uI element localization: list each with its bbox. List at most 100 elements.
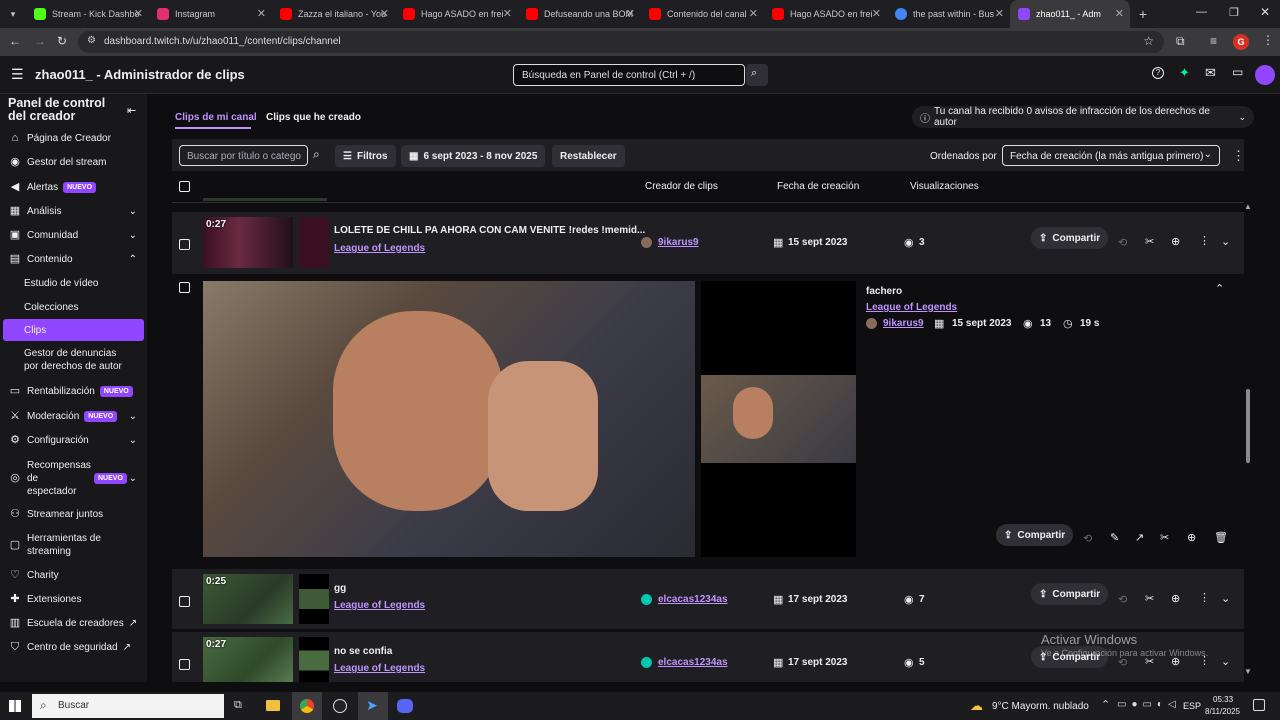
table-row[interactable]: 0:25 gg League of Legends elcacas1234as … xyxy=(172,569,1244,629)
bookmark-star-icon[interactable]: ☆ xyxy=(1143,34,1154,48)
col-header-views[interactable]: Visualizaciones xyxy=(910,181,979,192)
scissors-icon[interactable]: ✂ xyxy=(1160,531,1169,544)
add-icon[interactable]: ⊕ xyxy=(1171,235,1180,248)
task-view-icon[interactable]: ⧉ xyxy=(234,699,242,712)
filters-button[interactable]: ☰ Filtros xyxy=(335,145,396,167)
profile-avatar[interactable]: G xyxy=(1233,34,1249,50)
share-button[interactable]: ⇪ Compartir xyxy=(996,524,1074,546)
language-indicator[interactable]: ESP xyxy=(1183,701,1201,711)
sidebar-toggle-icon[interactable]: ☰ xyxy=(11,66,24,83)
close-icon[interactable]: ✕ xyxy=(626,7,635,20)
clip-game-link[interactable]: League of Legends xyxy=(334,600,425,611)
sidebar-item-stream-together[interactable]: ⚇ Streamear juntos xyxy=(0,503,147,525)
expanded-clip-game-link[interactable]: League of Legends xyxy=(866,302,957,313)
date-range-button[interactable]: ▦ 6 sept 2023 - 8 nov 2025 xyxy=(401,145,546,167)
main-scrollbar[interactable] xyxy=(1246,389,1250,463)
tray-icons[interactable]: ▭●▭◐◁ xyxy=(1117,699,1181,710)
new-tab-button[interactable]: + xyxy=(1130,6,1156,22)
copyright-notice-button[interactable]: ⓘ Tu canal ha recibido 0 avisos de infra… xyxy=(912,106,1254,128)
reading-list-icon[interactable]: ≡ xyxy=(1210,34,1217,48)
search-button[interactable]: ⌕ xyxy=(746,64,768,86)
select-all-checkbox[interactable] xyxy=(179,181,190,192)
clip-creator-link[interactable]: elcacas1234as xyxy=(658,594,728,605)
clip-search-button[interactable]: ⌕ xyxy=(309,145,329,166)
sidebar-item-stream-manager[interactable]: ◉ Gestor del stream xyxy=(0,151,147,173)
app-icon[interactable]: ➤ xyxy=(358,692,388,720)
window-close-button[interactable]: ✕ xyxy=(1260,5,1270,19)
close-icon[interactable]: ✕ xyxy=(380,7,389,20)
sidebar-item-clips[interactable]: Clips xyxy=(3,319,144,341)
browser-menu-icon[interactable]: ⋮ xyxy=(1262,33,1274,47)
clip-search-input[interactable]: Buscar por título o catego xyxy=(179,145,308,166)
clip-title[interactable]: gg xyxy=(334,583,346,594)
more-options-icon[interactable]: ⋮ xyxy=(1232,148,1245,164)
clip-creator-link[interactable]: 9ikarus9 xyxy=(658,237,699,248)
close-icon[interactable]: ✕ xyxy=(749,7,758,20)
more-options-icon[interactable]: ⋮ xyxy=(1199,591,1210,604)
table-row[interactable]: 0:27 LOLETE DE CHILL PA AHORA CON CAM VE… xyxy=(172,212,1244,274)
mail-icon[interactable]: ✉ xyxy=(1205,65,1216,81)
clip-title[interactable]: LOLETE DE CHILL PA AHORA CON CAM VENITE … xyxy=(334,225,645,236)
add-icon[interactable]: ⊕ xyxy=(1171,592,1180,605)
sparkle-icon[interactable]: ✦ xyxy=(1179,65,1190,81)
sidebar-item-extensions[interactable]: ✚ Extensiones xyxy=(0,588,147,610)
row-checkbox[interactable] xyxy=(179,596,190,607)
discord-icon[interactable] xyxy=(397,699,413,713)
obs-icon[interactable] xyxy=(333,699,347,713)
reset-button[interactable]: Restablecer xyxy=(552,145,625,167)
file-explorer-icon[interactable] xyxy=(266,700,280,711)
browser-tab[interactable]: the past within - Bus ✕ xyxy=(887,0,1010,28)
site-info-icon[interactable]: ⚙ xyxy=(87,35,96,46)
tray-chevron-icon[interactable]: ⌃ xyxy=(1101,698,1110,711)
windows-start-icon[interactable] xyxy=(9,700,21,712)
window-restore-button[interactable]: ❐ xyxy=(1229,6,1239,19)
tab-my-channel-clips[interactable]: Clips de mi canal xyxy=(175,112,257,123)
clip-thumbnail[interactable]: 0:27 xyxy=(203,217,293,268)
notification-icon[interactable] xyxy=(1253,699,1265,711)
help-icon[interactable]: ? xyxy=(1152,67,1164,79)
scroll-up-icon[interactable]: ▲ xyxy=(1244,202,1252,211)
row-checkbox[interactable] xyxy=(179,659,190,670)
close-icon[interactable]: ✕ xyxy=(995,7,1004,20)
sidebar-item-viewer-rewards[interactable]: ◎ Recompensas de espectador NUEVO ⌄ xyxy=(0,458,147,498)
sidebar-item-streaming-tools[interactable]: ▢ Herramientas de streaming xyxy=(0,531,147,559)
sort-select[interactable]: Fecha de creación (la más antigua primer… xyxy=(1002,145,1220,166)
chevron-down-icon[interactable]: ⌄ xyxy=(1221,592,1230,605)
scroll-down-icon[interactable]: ▼ xyxy=(1244,667,1252,676)
more-options-icon[interactable]: ⋮ xyxy=(1199,234,1210,247)
tab-search-icon[interactable]: ▾ xyxy=(0,0,26,28)
browser-tab-active[interactable]: zhao011_ - Adm ✕ xyxy=(1010,0,1130,28)
sidebar-item-monetization[interactable]: ▭ Rentabilización NUEVO xyxy=(0,380,147,402)
chevron-down-icon[interactable]: ⌄ xyxy=(1221,235,1230,248)
collapse-sidebar-icon[interactable]: ⇤ xyxy=(127,104,136,117)
add-icon[interactable]: ⊕ xyxy=(1187,531,1196,544)
sidebar-item-copyright-manager[interactable]: Gestor de denuncias por derechos de auto… xyxy=(0,346,125,374)
clip-game-link[interactable]: League of Legends xyxy=(334,663,425,674)
weather-text[interactable]: 9°C Mayorm. nublado xyxy=(992,701,1089,712)
col-header-date[interactable]: Fecha de creación xyxy=(777,181,859,192)
sidebar-item-alerts[interactable]: ◀ Alertas NUEVO xyxy=(0,176,147,198)
user-avatar[interactable] xyxy=(1255,65,1275,85)
sidebar-item-settings[interactable]: ⚙ Configuración ⌄ xyxy=(0,429,147,451)
address-bar[interactable]: ⚙ dashboard.twitch.tv/u/zhao011_/content… xyxy=(78,31,1164,53)
browser-tab[interactable]: Instagram ✕ xyxy=(149,0,272,28)
tab-created-clips[interactable]: Clips que he creado xyxy=(266,112,361,123)
browser-tab[interactable]: Zazza el italiano - You ✕ xyxy=(272,0,395,28)
close-icon[interactable]: ✕ xyxy=(1115,7,1124,20)
pin-icon[interactable]: ✎ xyxy=(1110,531,1119,544)
row-checkbox[interactable] xyxy=(179,239,190,250)
share-button[interactable]: ⇪ Compartir xyxy=(1031,583,1109,605)
sidebar-item-safety-center[interactable]: ⛉ Centro de seguridad ↗ xyxy=(0,636,147,658)
browser-tab[interactable]: Contenido del canal ✕ xyxy=(641,0,764,28)
scissors-icon[interactable]: ✂ xyxy=(1145,235,1154,248)
chat-icon[interactable]: ▭ xyxy=(1232,65,1243,79)
chevron-down-icon[interactable]: ⌄ xyxy=(1221,655,1230,668)
col-header-creator[interactable]: Creador de clips xyxy=(645,181,718,192)
close-icon[interactable]: ✕ xyxy=(503,7,512,20)
clock-date[interactable]: 8/11/2025 xyxy=(1205,707,1240,716)
close-icon[interactable]: ✕ xyxy=(872,7,881,20)
sidebar-item-analytics[interactable]: ▦ Análisis ⌄ xyxy=(0,200,147,222)
share-button[interactable]: ⇪ Compartir xyxy=(1031,227,1109,249)
sidebar-item-creator-school[interactable]: ▥ Escuela de creadores ↗ xyxy=(0,612,147,634)
row-checkbox[interactable] xyxy=(179,282,190,293)
